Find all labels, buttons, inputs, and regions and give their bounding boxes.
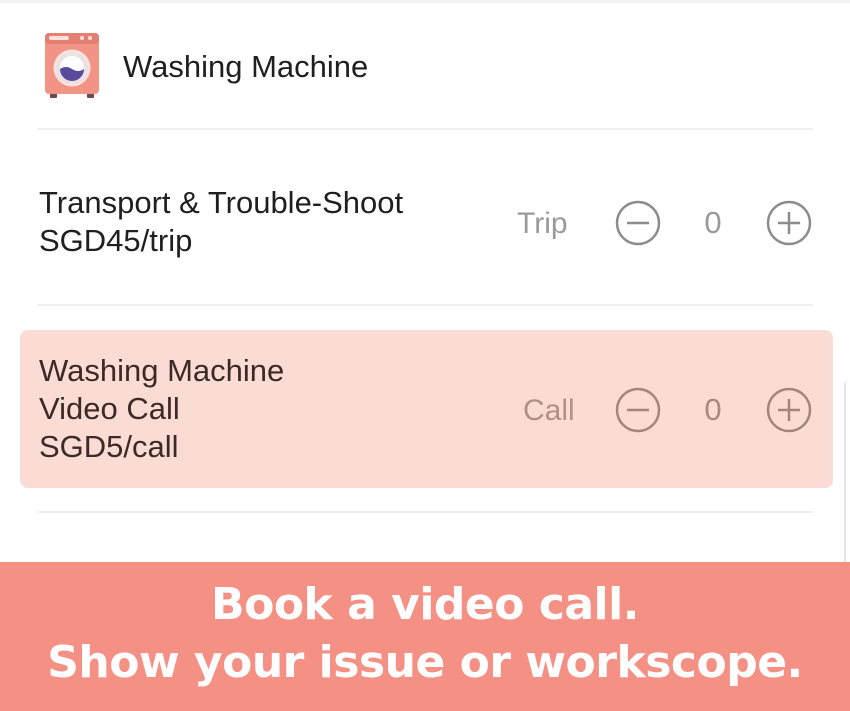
- category-title: Washing Machine: [123, 49, 369, 84]
- service-name: Transport & Trouble-Shoot: [39, 185, 404, 220]
- decrement-button[interactable]: [615, 200, 661, 246]
- unit-label: Trip: [517, 207, 568, 240]
- divider: [38, 128, 813, 130]
- decrement-button[interactable]: [615, 387, 661, 433]
- service-row-transport: Transport & Trouble-Shoot SGD45/trip Tri…: [20, 160, 833, 290]
- category-header: Washing Machine: [0, 0, 850, 130]
- service-name-line2: Video Call: [39, 391, 180, 426]
- washing-machine-icon: [45, 33, 99, 98]
- booking-screen: Washing Machine Transport & Trouble-Shoo…: [0, 0, 850, 711]
- service-price: SGD5/call: [39, 429, 179, 464]
- service-description: Transport & Trouble-Shoot SGD45/trip: [39, 184, 403, 260]
- scrollbar[interactable]: [844, 380, 850, 565]
- banner-headline: Book a video call.: [211, 579, 639, 630]
- quantity-value: 0: [704, 392, 722, 427]
- divider: [38, 304, 813, 306]
- increment-button[interactable]: [766, 200, 812, 246]
- service-row-video-call: Washing Machine Video Call SGD5/call Cal…: [20, 330, 833, 488]
- service-description: Washing Machine Video Call SGD5/call: [39, 352, 284, 466]
- unit-label: Call: [523, 394, 575, 427]
- promo-banner: Book a video call. Show your issue or wo…: [0, 562, 850, 711]
- banner-subheadline: Show your issue or workscope.: [47, 637, 803, 688]
- divider: [38, 511, 813, 513]
- increment-button[interactable]: [766, 387, 812, 433]
- service-price: SGD45/trip: [39, 223, 193, 258]
- quantity-value: 0: [704, 205, 722, 240]
- service-name-line1: Washing Machine: [39, 353, 285, 388]
